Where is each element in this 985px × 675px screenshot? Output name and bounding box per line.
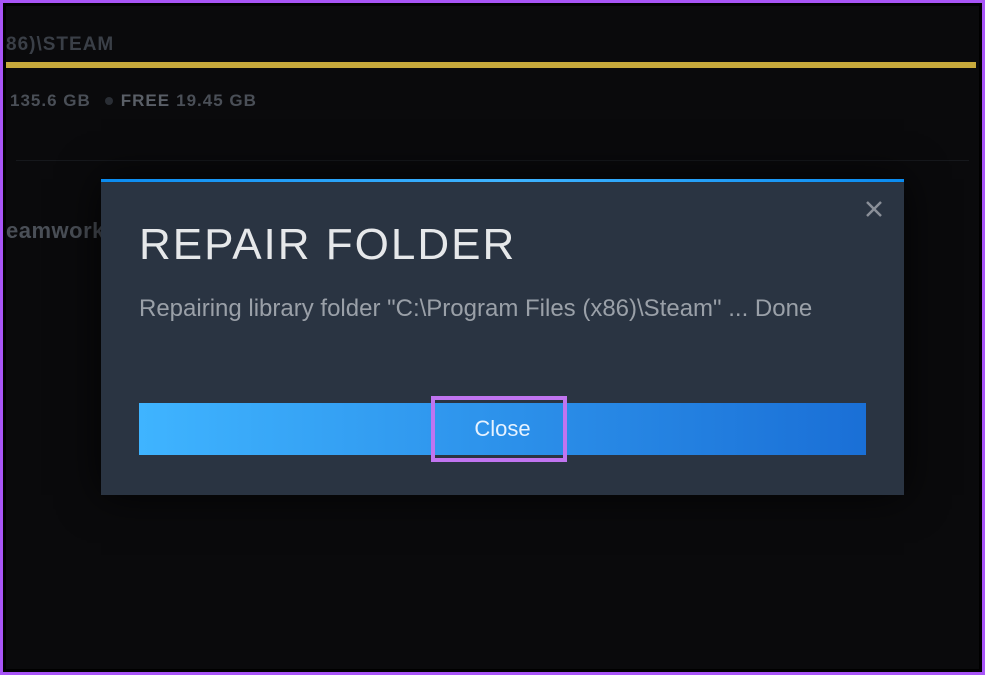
section-divider <box>16 160 969 161</box>
used-size-value: 135.6 GB <box>10 91 91 111</box>
repair-folder-dialog: REPAIR FOLDER Repairing library folder "… <box>101 179 904 495</box>
storage-summary: 135.6 GB FREE 19.45 GB <box>10 91 257 111</box>
dialog-message: Repairing library folder "C:\Program Fil… <box>139 292 866 326</box>
side-text-fragment: eamwork <box>6 218 105 244</box>
dialog-body: REPAIR FOLDER Repairing library folder "… <box>101 182 904 364</box>
close-button[interactable]: Close <box>139 403 866 455</box>
separator-dot <box>105 97 113 105</box>
drive-path-fragment: 86)\STEAM <box>6 34 114 56</box>
close-button-label: Close <box>474 416 530 442</box>
free-size-value: 19.45 GB <box>176 91 257 111</box>
storage-usage-bar <box>6 62 976 68</box>
free-label: FREE <box>121 91 170 111</box>
close-icon[interactable] <box>862 197 886 221</box>
dialog-title: REPAIR FOLDER <box>139 220 866 270</box>
